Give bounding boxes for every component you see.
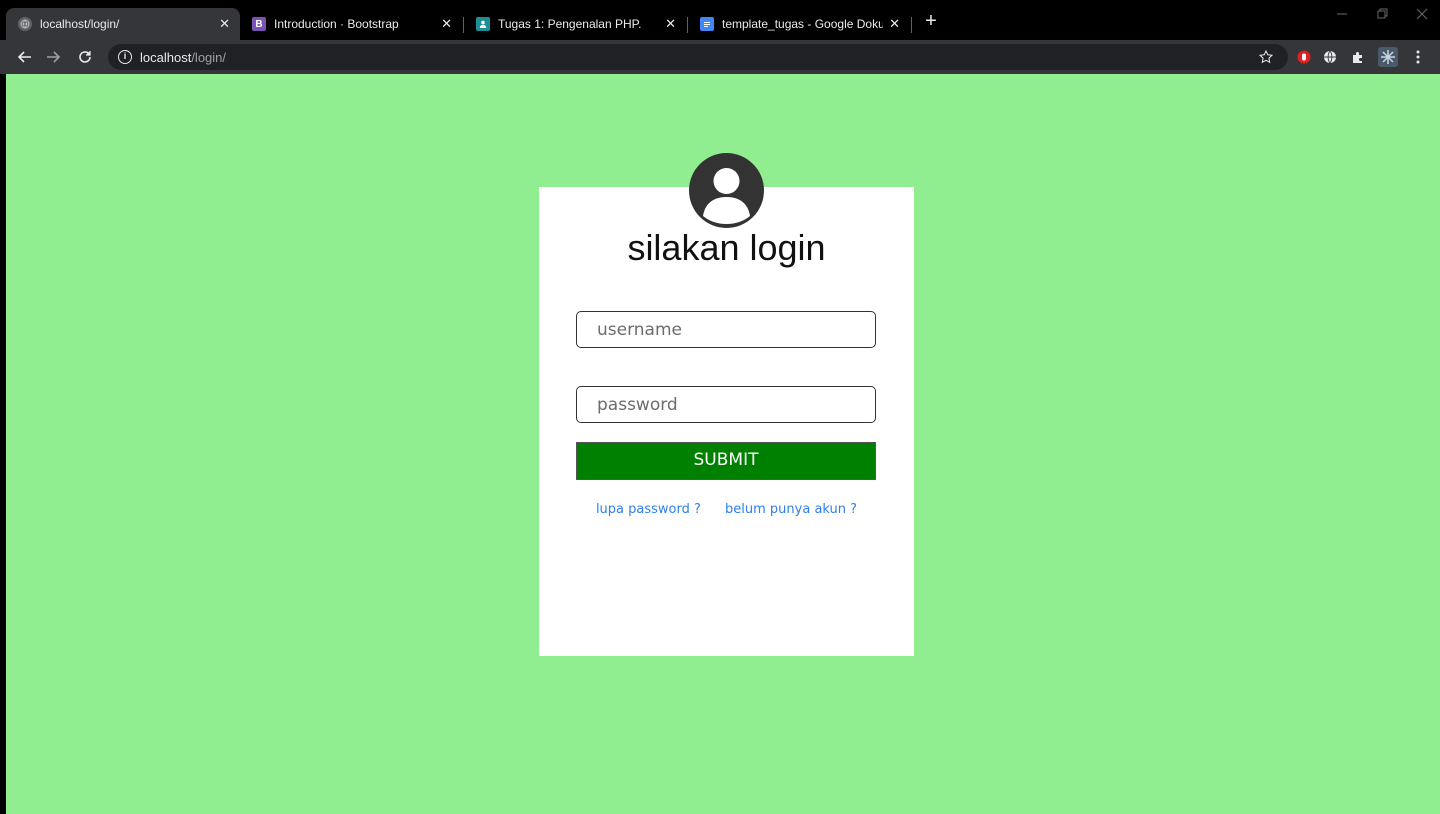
adblock-icon[interactable] <box>1296 49 1312 65</box>
profile-avatar-icon[interactable] <box>1378 47 1398 67</box>
globe-extension-icon[interactable] <box>1322 49 1338 65</box>
restore-icon[interactable] <box>1376 8 1388 23</box>
submit-button[interactable]: SUBMIT <box>576 442 876 480</box>
globe-icon <box>18 17 32 31</box>
user-avatar-icon <box>689 153 764 228</box>
tab-close-icon[interactable]: ✕ <box>665 16 676 32</box>
tab-close-icon[interactable]: ✕ <box>219 16 230 32</box>
page-background: silakan login SUBMIT lupa password ? bel… <box>6 74 1440 814</box>
tab-separator <box>911 17 912 33</box>
login-links: lupa password ? belum punya akun ? <box>539 502 914 517</box>
extensions-puzzle-icon[interactable] <box>1350 49 1366 65</box>
tab-close-icon[interactable]: ✕ <box>441 16 452 32</box>
password-input[interactable] <box>576 386 876 423</box>
browser-menu-icon[interactable] <box>1410 49 1426 65</box>
tab-title: Introduction · Bootstrap <box>274 17 399 31</box>
reload-icon[interactable] <box>74 46 96 68</box>
forgot-password-link[interactable]: lupa password ? <box>596 502 701 517</box>
tab-localhost-login[interactable]: localhost/login/ ✕ <box>6 8 240 40</box>
tab-google-docs[interactable]: template_tugas - Google Dokum ✕ <box>688 8 910 40</box>
address-bar[interactable]: i localhost/login/ <box>108 44 1288 70</box>
tab-strip: localhost/login/ ✕ B Introduction · Boot… <box>0 0 1440 40</box>
tab-title: template_tugas - Google Dokum <box>722 17 884 31</box>
tab-tugas-php[interactable]: Tugas 1: Pengenalan PHP. ✕ <box>464 8 686 40</box>
close-window-icon[interactable] <box>1416 8 1428 23</box>
tab-title: Tugas 1: Pengenalan PHP. <box>498 17 642 31</box>
tab-close-icon[interactable]: ✕ <box>889 16 900 32</box>
tab-title: localhost/login/ <box>40 17 120 31</box>
info-icon[interactable]: i <box>118 50 132 64</box>
classroom-icon <box>476 17 490 31</box>
username-input[interactable] <box>576 311 876 348</box>
tab-bootstrap[interactable]: B Introduction · Bootstrap ✕ <box>240 8 462 40</box>
google-docs-icon <box>700 17 714 31</box>
browser-toolbar: i localhost/login/ <box>0 40 1440 74</box>
login-title: silakan login <box>627 227 826 268</box>
minimize-icon[interactable] <box>1336 8 1348 23</box>
forward-icon[interactable] <box>42 46 64 68</box>
back-icon[interactable] <box>14 46 36 68</box>
address-path: /login/ <box>191 49 227 65</box>
register-link[interactable]: belum punya akun ? <box>725 502 857 517</box>
bookmark-star-icon[interactable] <box>1258 49 1274 65</box>
bootstrap-icon: B <box>252 17 266 31</box>
new-tab-button[interactable]: + <box>920 10 942 32</box>
address-host: localhost <box>140 49 192 65</box>
